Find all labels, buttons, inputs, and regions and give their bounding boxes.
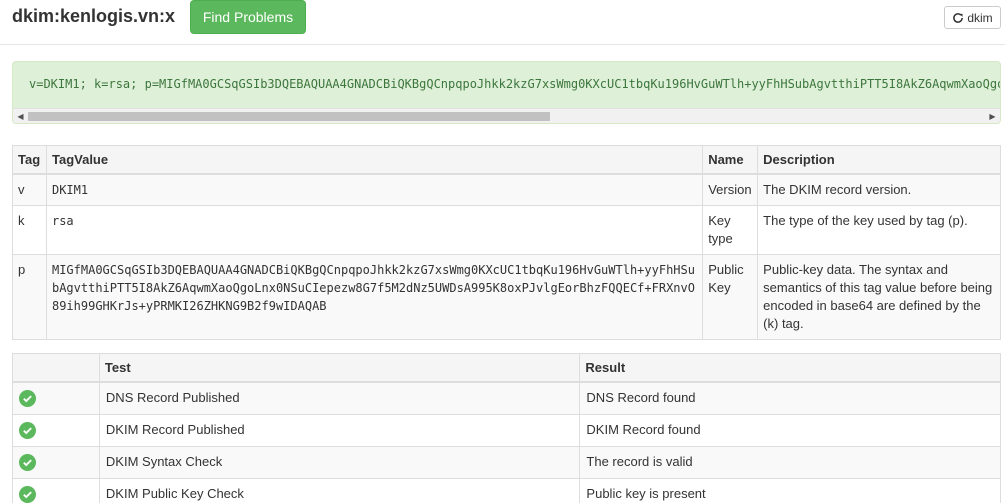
table-row: DKIM Syntax Check The record is valid: [12, 446, 1001, 479]
status-cell: [12, 446, 100, 479]
result-cell: DNS Record found: [579, 381, 1001, 415]
test-cell: DKIM Syntax Check: [98, 446, 581, 479]
table-row: k rsa Key type The type of the key used …: [12, 205, 1001, 255]
test-cell: DKIM Record Published: [98, 414, 581, 447]
table-row: DKIM Record Published DKIM Record found: [12, 414, 1001, 447]
find-problems-button[interactable]: Find Problems: [190, 0, 306, 34]
tagvalue-cell: DKIM1: [45, 173, 704, 206]
tag-cell: p: [12, 254, 47, 340]
dkim-record-box: v=DKIM1; k=rsa; p=MIGfMA0GCSqGSIb3DQEBAQ…: [12, 61, 1001, 124]
check-circle-icon: [19, 454, 36, 471]
header-name: Name: [702, 145, 759, 175]
tag-cell: k: [12, 205, 47, 255]
test-cell: DNS Record Published: [98, 381, 581, 415]
tag-table: Tag TagValue Name Description v DKIM1 Ve…: [12, 145, 1001, 340]
horizontal-scrollbar[interactable]: ◀ ▶: [13, 108, 1000, 123]
refresh-icon: [953, 12, 964, 23]
name-cell: Key type: [702, 205, 759, 255]
header-result: Result: [579, 353, 1001, 383]
header-tagvalue: TagValue: [45, 145, 704, 175]
page-title: dkim:kenlogis.vn:x: [12, 6, 176, 26]
check-circle-icon: [19, 390, 36, 407]
scrollbar-thumb[interactable]: [28, 112, 550, 121]
scroll-left-icon[interactable]: ◀: [13, 109, 28, 123]
test-cell: DKIM Public Key Check: [98, 478, 581, 503]
test-table-header: Test Result: [12, 353, 1001, 383]
status-cell: [12, 381, 100, 415]
dkim-record-text: v=DKIM1; k=rsa; p=MIGfMA0GCSqGSIb3DQEBAQ…: [29, 77, 1000, 91]
header-status: [12, 353, 100, 383]
header-description: Description: [757, 145, 1001, 175]
tag-cell: v: [12, 173, 47, 206]
table-row: DKIM Public Key Check Public key is pres…: [12, 478, 1001, 503]
table-row: DNS Record Published DNS Record found: [12, 381, 1001, 415]
description-cell: The type of the key used by tag (p).: [757, 205, 1001, 255]
name-cell: Public Key: [702, 254, 759, 340]
description-cell: The DKIM record version.: [757, 173, 1001, 206]
result-cell: The record is valid: [579, 446, 1001, 479]
description-cell: Public-key data. The syntax and semantic…: [757, 254, 1001, 340]
scroll-right-icon[interactable]: ▶: [985, 109, 1000, 123]
result-cell: DKIM Record found: [579, 414, 1001, 447]
page-header: dkim:kenlogis.vn:x Find Problems dkim: [0, 0, 1005, 45]
result-cell: Public key is present: [579, 478, 1001, 503]
check-circle-icon: [19, 486, 36, 503]
dkim-refresh-button[interactable]: dkim: [944, 6, 1001, 29]
table-row: v DKIM1 Version The DKIM record version.: [12, 173, 1001, 206]
name-cell: Version: [702, 173, 759, 206]
tag-table-header: Tag TagValue Name Description: [12, 145, 1001, 175]
tagvalue-cell: MIGfMA0GCSqGSIb3DQEBAQUAA4GNADCBiQKBgQCn…: [45, 254, 704, 340]
status-cell: [12, 414, 100, 447]
header-tag: Tag: [12, 145, 47, 175]
dkim-button-label: dkim: [967, 10, 993, 25]
check-circle-icon: [19, 422, 36, 439]
test-results-table: Test Result DNS Record Published DNS Rec…: [12, 353, 1001, 503]
status-cell: [12, 478, 100, 503]
table-row: p MIGfMA0GCSqGSIb3DQEBAQUAA4GNADCBiQKBgQ…: [12, 254, 1001, 340]
tagvalue-cell: rsa: [45, 205, 704, 255]
header-test: Test: [98, 353, 581, 383]
